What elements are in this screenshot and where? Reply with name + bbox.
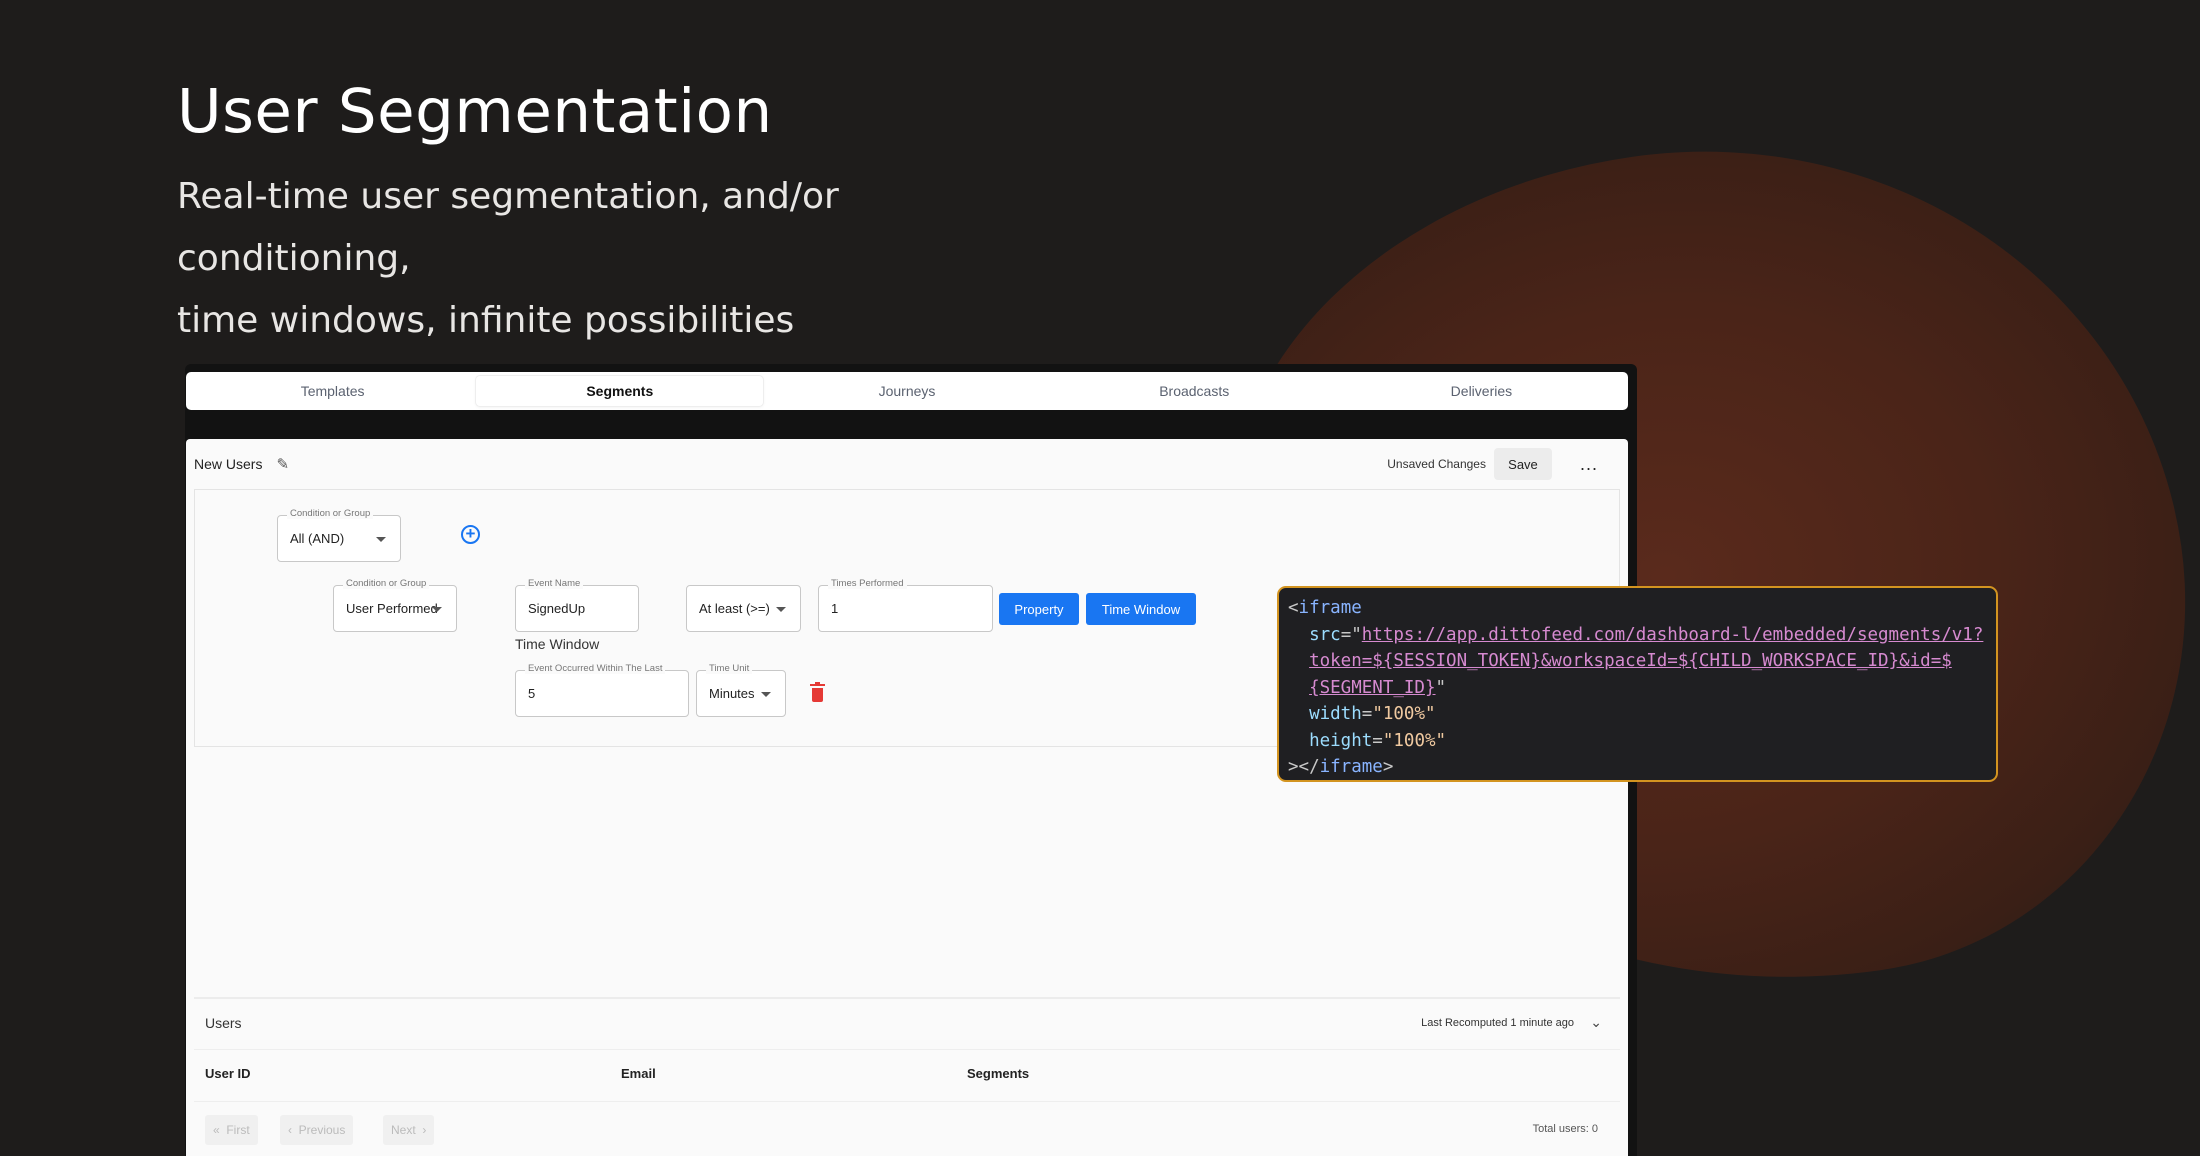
hero-title: User Segmentation xyxy=(177,76,773,147)
double-chevron-left-icon: « xyxy=(213,1123,227,1137)
chevron-down-icon xyxy=(776,606,786,612)
tab-deliveries[interactable]: Deliveries xyxy=(1338,376,1625,406)
chevron-left-icon: ‹ xyxy=(288,1123,299,1137)
code-line-5: width="100%" xyxy=(1309,704,1436,724)
operator-select[interactable]: At least (>=) xyxy=(686,585,801,632)
code-line-4: {SEGMENT_ID}" xyxy=(1309,677,1447,698)
event-name-input[interactable]: Event Name SignedUp xyxy=(515,578,639,632)
time-unit-select[interactable]: Time Unit Minutes xyxy=(696,663,786,717)
within-last-input[interactable]: Event Occurred Within The Last 5 xyxy=(515,663,689,717)
embed-code-block: <iframe src="https://app.dittofeed.com/d… xyxy=(1277,586,1998,782)
users-title: Users xyxy=(205,1015,242,1031)
first-page-label: First xyxy=(226,1123,250,1137)
within-last-value: 5 xyxy=(528,686,536,701)
times-performed-input[interactable]: Times Performed 1 xyxy=(818,578,993,632)
condition-select[interactable]: Condition or Group User Performed xyxy=(333,578,457,632)
event-name-label: Event Name xyxy=(525,578,584,589)
time-unit-value: Minutes xyxy=(709,686,755,701)
property-button[interactable]: Property xyxy=(999,593,1079,625)
group-select-value: All (AND) xyxy=(290,531,345,546)
segment-name: New Users xyxy=(194,456,263,472)
column-segments: Segments xyxy=(967,1066,1030,1081)
code-tag-close: iframe xyxy=(1319,757,1383,777)
divider xyxy=(194,1049,1620,1050)
code-height-value: 100% xyxy=(1393,730,1436,751)
segment-panel: New Users ✎ Unsaved Changes Save ... Con… xyxy=(186,439,1628,1156)
code-src-url-1: https://app.dittofeed.com/dashboard-l/em… xyxy=(1361,624,1984,645)
hero-subtitle-line-2: time windows, infinite possibilities xyxy=(177,300,795,341)
operator-value: At least (>=) xyxy=(699,601,770,616)
times-performed-value: 1 xyxy=(831,601,839,616)
total-users: Total users: 0 xyxy=(1532,1123,1598,1135)
header-actions: Unsaved Changes Save ... xyxy=(1387,448,1620,480)
chevron-down-icon xyxy=(761,691,771,697)
times-performed-label: Times Performed xyxy=(828,578,907,589)
divider xyxy=(194,1101,1620,1102)
next-page-label: Next xyxy=(391,1123,416,1137)
users-table-section: Users Last Recomputed 1 minute ago ⌄ Use… xyxy=(194,997,1620,1156)
time-window-heading: Time Window xyxy=(515,636,600,652)
pencil-icon[interactable]: ✎ xyxy=(276,455,289,473)
code-src-url-2: token=${SESSION_TOKEN}&workspaceId=${CHI… xyxy=(1309,651,1952,671)
tab-segments[interactable]: Segments xyxy=(476,376,764,406)
previous-page-button[interactable]: ‹ Previous xyxy=(280,1115,354,1145)
within-last-label: Event Occurred Within The Last xyxy=(525,663,666,674)
time-window-button[interactable]: Time Window xyxy=(1086,593,1196,625)
tab-broadcasts[interactable]: Broadcasts xyxy=(1051,376,1338,406)
add-condition-icon[interactable]: + xyxy=(461,525,480,544)
next-page-button[interactable]: Next › xyxy=(383,1115,435,1145)
hero-subtitle-line-1: Real-time user segmentation, and/or cond… xyxy=(177,176,839,279)
double-chevron-down-icon[interactable]: ⌄ xyxy=(1590,1014,1602,1031)
time-unit-label: Time Unit xyxy=(706,663,753,674)
column-user-id: User ID xyxy=(205,1066,251,1081)
code-width-value: 100% xyxy=(1382,704,1426,724)
trash-icon[interactable] xyxy=(810,682,825,702)
previous-page-label: Previous xyxy=(298,1123,346,1137)
hero-subtitle: Real-time user segmentation, and/or cond… xyxy=(177,166,1077,352)
group-select-label: Condition or Group xyxy=(287,508,374,519)
chevron-down-icon xyxy=(376,536,386,542)
condition-select-label: Condition or Group xyxy=(343,578,430,589)
code-line-7: ></iframe> xyxy=(1288,757,1394,777)
chevron-down-icon xyxy=(432,606,442,612)
tab-journeys[interactable]: Journeys xyxy=(763,376,1050,406)
segment-header: New Users ✎ Unsaved Changes Save ... xyxy=(186,439,1628,489)
chevron-right-icon: › xyxy=(415,1123,427,1137)
code-line-6: height="100%" xyxy=(1309,730,1447,751)
code-tag-open: iframe xyxy=(1298,598,1362,618)
last-recomputed: Last Recomputed 1 minute ago xyxy=(1421,1017,1574,1029)
main-tabs: Templates Segments Journeys Broadcasts D… xyxy=(186,372,1628,410)
tab-templates[interactable]: Templates xyxy=(189,376,476,406)
code-line-1: <iframe xyxy=(1288,598,1362,618)
more-options-icon[interactable]: ... xyxy=(1580,454,1598,475)
save-button[interactable]: Save xyxy=(1493,448,1552,480)
unsaved-changes-label: Unsaved Changes xyxy=(1387,457,1486,471)
code-src-url-3: {SEGMENT_ID} xyxy=(1309,677,1436,698)
group-select[interactable]: Condition or Group All (AND) xyxy=(277,508,401,562)
event-name-value: SignedUp xyxy=(528,601,586,616)
code-line-2: src="https://app.dittofeed.com/dashboard… xyxy=(1309,624,1984,645)
code-line-3: token=${SESSION_TOKEN}&workspaceId=${CHI… xyxy=(1288,648,1987,675)
condition-select-value: User Performed xyxy=(346,601,438,616)
first-page-button[interactable]: « First xyxy=(205,1115,258,1145)
column-email: Email xyxy=(621,1066,656,1081)
